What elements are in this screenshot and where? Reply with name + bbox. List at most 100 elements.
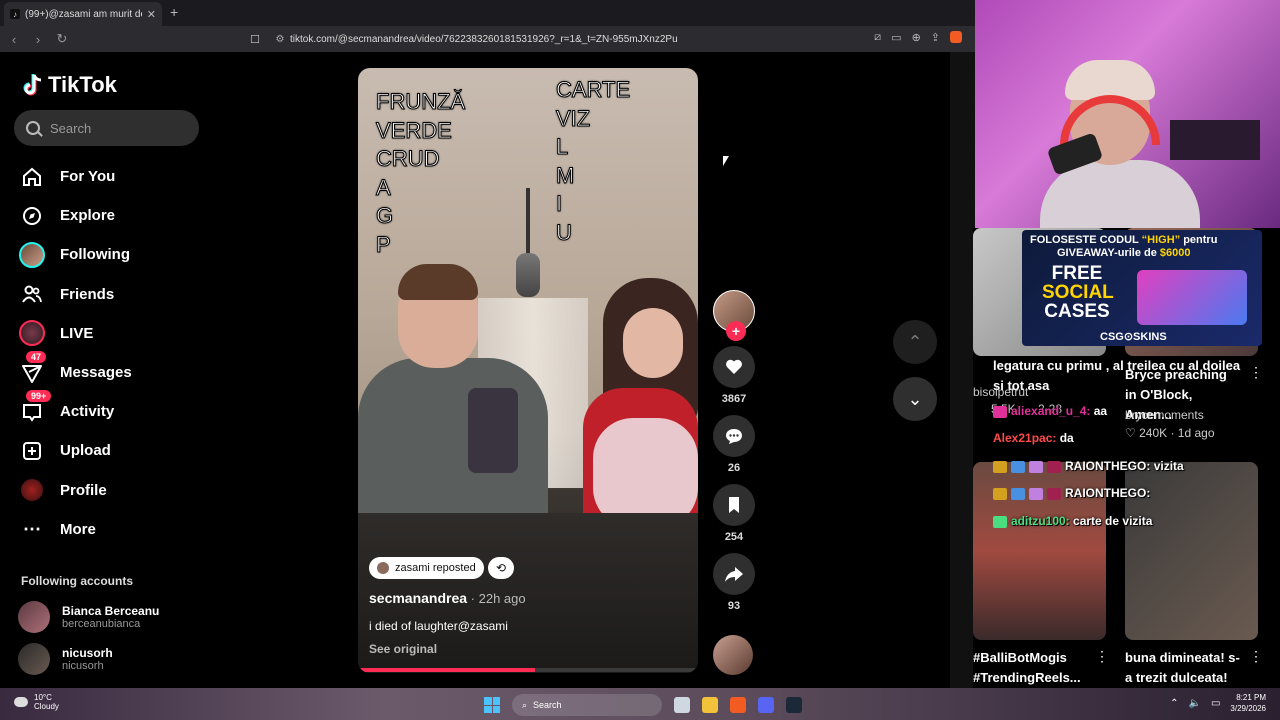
mouse-cursor	[723, 156, 729, 166]
next-video-avatar[interactable]	[713, 635, 753, 675]
video-progress-bar[interactable]	[358, 668, 698, 672]
more-options-icon[interactable]: ⋮	[1249, 648, 1263, 665]
see-original-link[interactable]: See original	[369, 642, 437, 656]
video-person-woman	[583, 278, 698, 538]
upload-icon	[18, 437, 46, 465]
site-info-icon[interactable]: ⚙	[270, 34, 290, 45]
author-name[interactable]: secmanandrea	[369, 590, 467, 606]
volume-icon[interactable]: 🔈	[1189, 698, 1201, 709]
file-explorer-icon[interactable]	[702, 697, 718, 713]
network-icon[interactable]: ▭	[1211, 698, 1220, 709]
following-accounts-heading: Following accounts	[21, 574, 134, 588]
weather-widget[interactable]: 10°C Cloudy	[14, 693, 59, 711]
new-tab-button[interactable]: +	[170, 4, 178, 20]
next-video-button[interactable]: ⌄	[893, 377, 937, 421]
start-icon[interactable]	[484, 697, 500, 713]
more-options-icon[interactable]: ⋮	[1249, 364, 1263, 381]
repost-icon[interactable]: ⟲	[488, 557, 514, 579]
search-icon	[26, 121, 40, 135]
feed-author[interactable]: bisoipetrut	[973, 385, 1028, 399]
sidebar-item-explore[interactable]: Explore	[18, 196, 208, 235]
previous-video-button[interactable]: ⌃	[893, 320, 937, 364]
search-input[interactable]: Search	[14, 110, 199, 146]
sidebar-item-label: Profile	[60, 481, 107, 499]
video-person-man	[358, 264, 548, 528]
comment-action[interactable]: 26	[711, 415, 757, 484]
sidebar-item-for-you[interactable]: For You	[18, 157, 208, 196]
brave-browser-icon[interactable]	[730, 697, 746, 713]
tiktok-logo[interactable]: TikTok	[22, 72, 117, 98]
video-overlay-text-right: CARTE VIZ L M I U	[555, 77, 631, 246]
sidebar-item-profile[interactable]: Profile	[18, 471, 208, 510]
following-account[interactable]: Bianca Berceanu berceanubianca	[18, 601, 159, 633]
more-options-icon[interactable]: ⋮	[1095, 648, 1109, 665]
sidebar-item-label: More	[60, 520, 96, 538]
sidebar-item-friends[interactable]: Friends	[18, 275, 208, 314]
sidebar-item-more[interactable]: ⋯ More	[18, 510, 208, 549]
video-actions: + 3867 26 254 93	[711, 290, 757, 622]
repost-badge[interactable]: zasami reposted	[369, 557, 484, 579]
taskbar-search[interactable]: ⌕ Search	[512, 694, 662, 716]
chevron-up-icon[interactable]: ⌃	[1170, 698, 1178, 709]
avatar	[377, 562, 389, 574]
video-player[interactable]: FRUNZĂ VERDE CRUD A G P CARTE VIZ L M I …	[358, 68, 698, 673]
creator-avatar[interactable]: +	[713, 290, 755, 341]
discord-icon[interactable]	[758, 697, 774, 713]
share-icon[interactable]	[713, 553, 755, 595]
brave-shields-icon[interactable]	[950, 31, 962, 43]
friends-icon	[18, 280, 46, 308]
task-view-icon[interactable]	[674, 697, 690, 713]
cloud-icon	[14, 697, 28, 707]
page-scrollbar[interactable]	[950, 52, 975, 688]
address-bar[interactable]: ☐ ⚙ tiktok.com/@secmanandrea/video/76223…	[240, 29, 970, 49]
tiktok-favicon-icon: ♪	[10, 9, 20, 19]
feed-author[interactable]: brycemoments	[1125, 408, 1204, 422]
tiktok-note-icon	[23, 74, 42, 96]
sidebar-item-label: Activity	[60, 403, 115, 421]
browser-chrome: ♪ (99+)@zasami am murit de r ✕ + ‹ › ↻ ☐…	[0, 0, 975, 52]
steam-icon[interactable]	[786, 697, 802, 713]
sidebar-item-label: LIVE	[60, 324, 94, 342]
promo-line-2: GIVEAWAY-urile de $6000	[1057, 247, 1191, 259]
following-account[interactable]: nicusorh nicusorh	[18, 643, 113, 675]
following-avatar-icon	[18, 241, 46, 269]
translate-icon[interactable]: ⧄	[874, 31, 881, 44]
share-icon[interactable]: ⇪	[931, 31, 940, 44]
chat-message: aditzu100: carte de vizita	[993, 514, 1152, 528]
video-author[interactable]: secmanandrea · 22h ago	[369, 590, 526, 606]
promo-headline: FREE SOCIAL CASES	[1042, 263, 1114, 322]
follow-plus-icon[interactable]: +	[726, 321, 746, 341]
tiktok-page: TikTok Search For You Explore Following …	[0, 52, 950, 688]
sidebar-item-label: For You	[60, 168, 116, 186]
like-action[interactable]: 3867	[711, 346, 757, 415]
activity-badge: 99+	[26, 390, 52, 403]
share-action[interactable]: 93	[711, 553, 757, 622]
clock[interactable]: 8:21 PM 3/29/2026	[1230, 692, 1266, 714]
chat-message: Alex21pac: da	[993, 431, 1074, 445]
comment-icon[interactable]	[713, 415, 755, 457]
url-text[interactable]: tiktok.com/@secmanandrea/video/762238326…	[290, 34, 678, 45]
zoom-icon[interactable]: ⊕	[912, 31, 921, 44]
reload-icon[interactable]: ↻	[52, 29, 72, 49]
video-time: · 22h ago	[467, 591, 526, 606]
heart-icon[interactable]	[713, 346, 755, 388]
video-progress-fill	[358, 668, 535, 672]
back-icon[interactable]: ‹	[4, 29, 24, 49]
reader-icon[interactable]: ▭	[891, 31, 901, 44]
sidebar-item-messages[interactable]: 47 Messages	[18, 350, 208, 392]
sidebar-item-activity[interactable]: 99+ Activity	[18, 390, 208, 431]
browser-tab[interactable]: ♪ (99+)@zasami am murit de r ✕	[4, 2, 162, 26]
webcam-overlay	[975, 0, 1280, 228]
sidebar-menu: For You Explore Following Friends LIVE 4…	[18, 157, 208, 549]
forward-icon[interactable]: ›	[28, 29, 48, 49]
clock-date: 3/29/2026	[1230, 704, 1266, 713]
save-action[interactable]: 254	[711, 484, 757, 553]
bookmark-icon[interactable]	[713, 484, 755, 526]
sidebar-item-live[interactable]: LIVE	[18, 314, 208, 353]
sidebar-item-upload[interactable]: Upload	[18, 431, 208, 470]
bookmark-icon[interactable]: ☐	[240, 33, 270, 46]
feed-caption[interactable]: #BalliBotMogis #TrendingReels...	[973, 648, 1093, 688]
close-tab-icon[interactable]: ✕	[147, 8, 156, 21]
feed-caption[interactable]: buna dimineata! s-a trezit dulceata!	[1125, 648, 1245, 688]
sidebar-item-following[interactable]: Following	[18, 235, 208, 274]
